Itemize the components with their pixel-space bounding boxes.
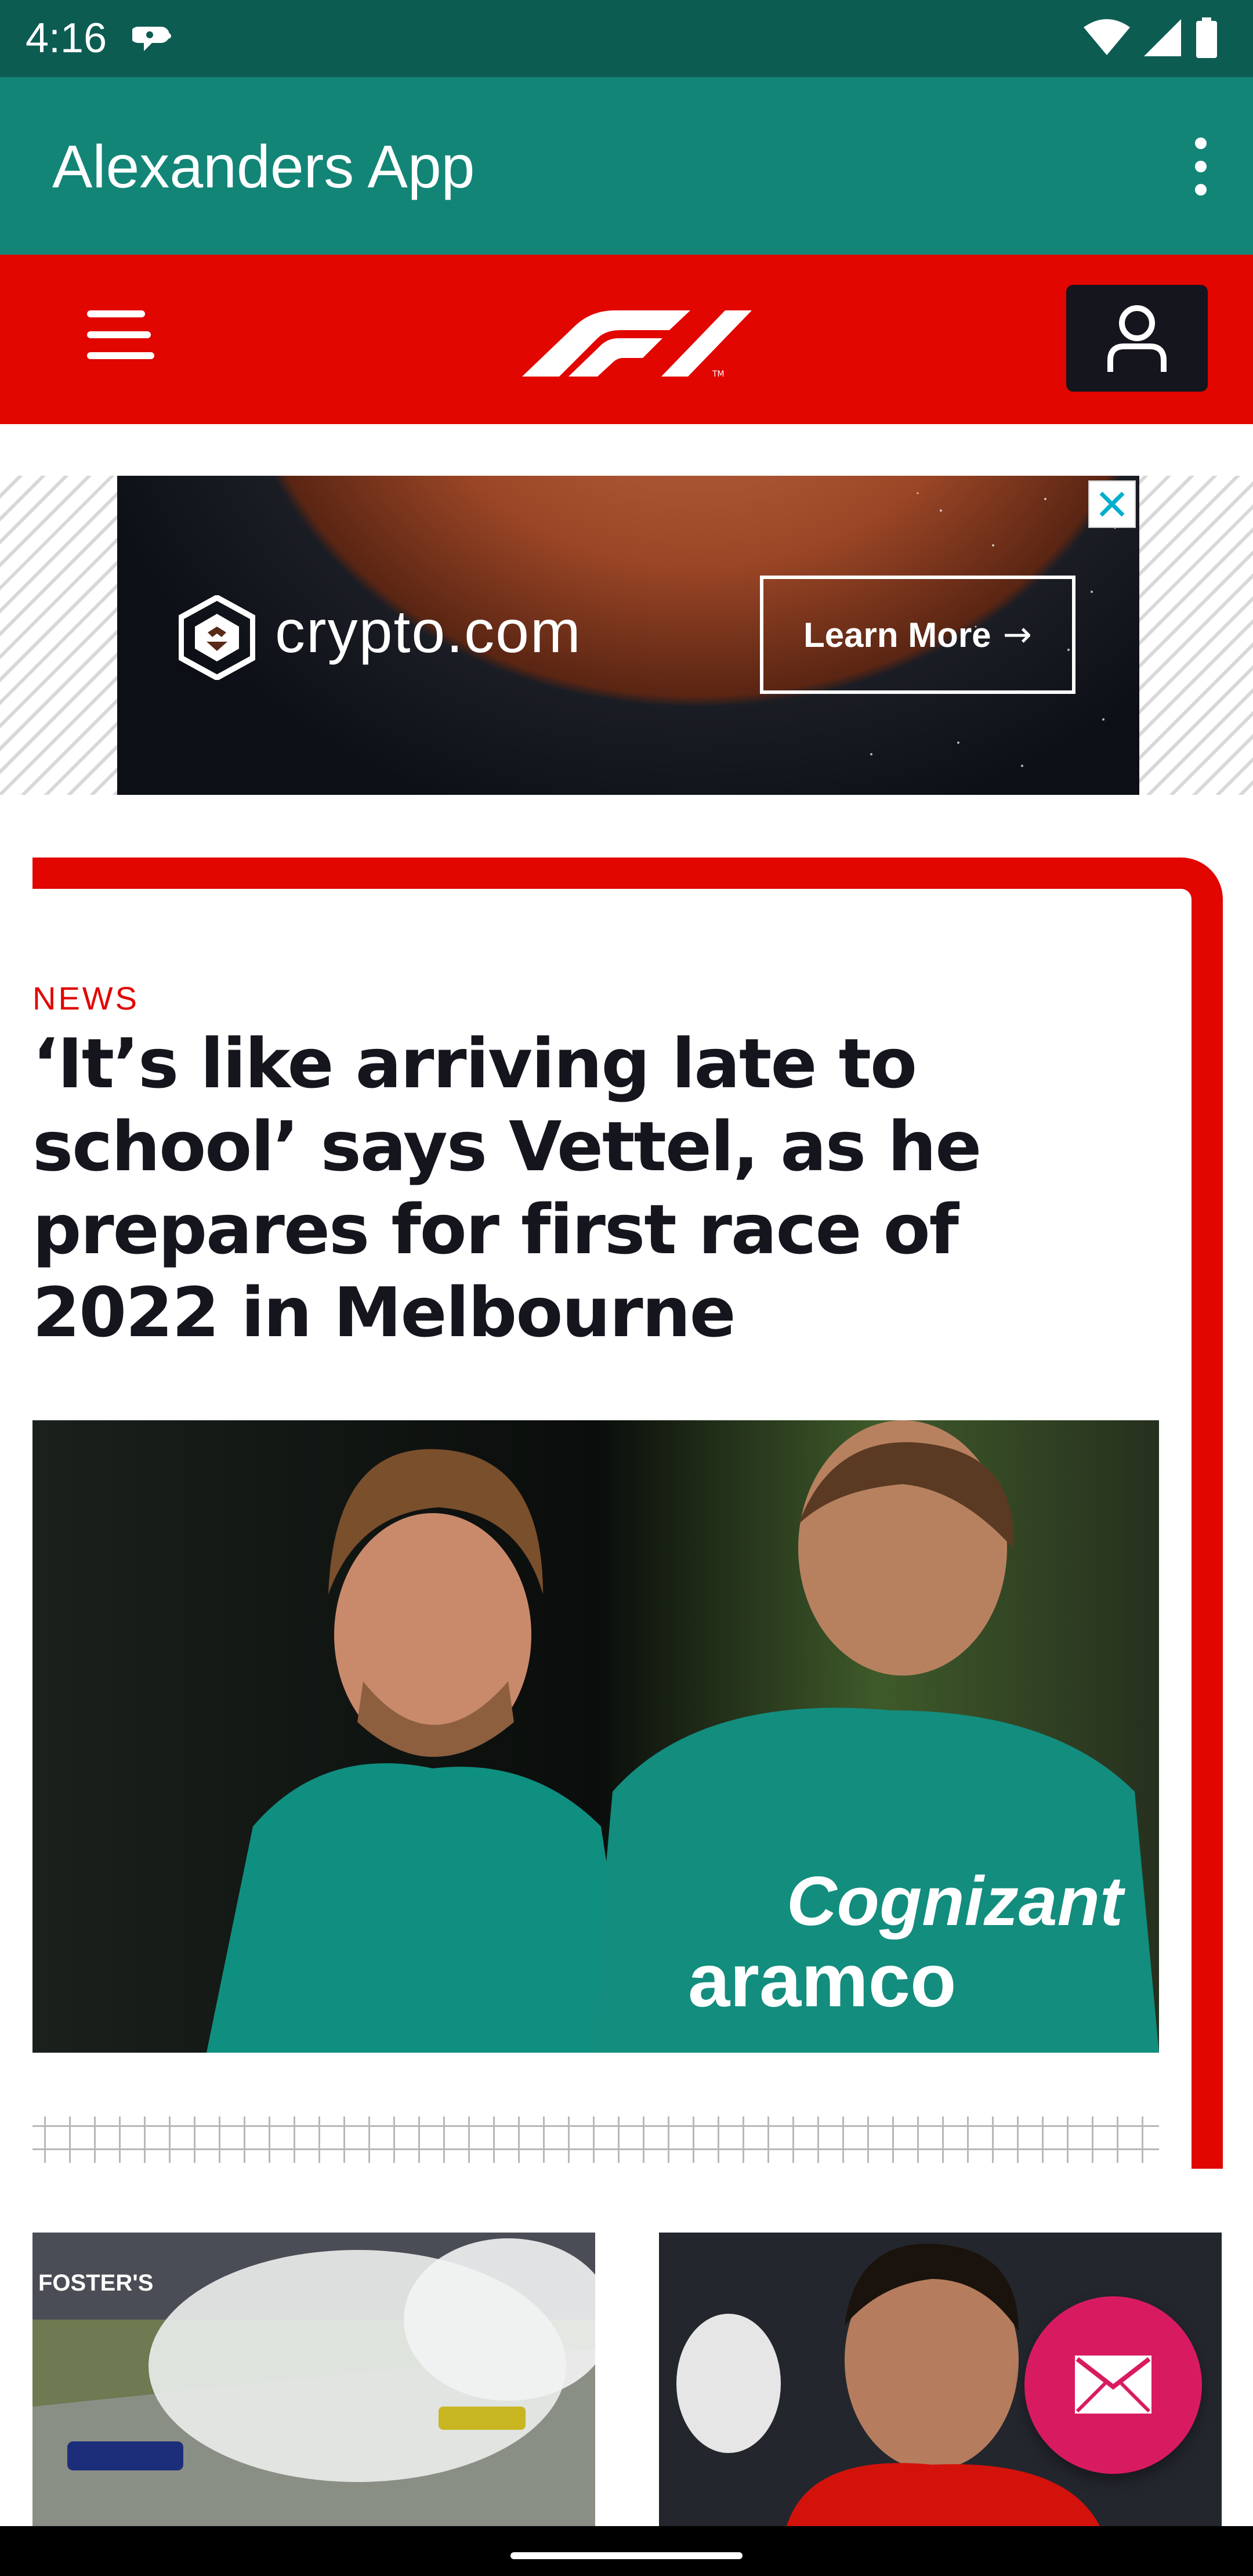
app-bar: Alexanders App	[0, 77, 1253, 255]
status-bar: 4:16	[0, 0, 1253, 77]
ad-banner[interactable]: crypto.com Learn More →	[117, 476, 1139, 795]
learn-more-button[interactable]: Learn More →	[760, 576, 1075, 694]
arrow-right-icon: →	[1002, 614, 1032, 655]
article-headline[interactable]: ‘It’s like arriving late to school’ says…	[32, 1022, 1158, 1354]
mail-icon	[1075, 2356, 1151, 2414]
status-time: 4:16	[26, 15, 107, 61]
race-car-smoke-photo: FOSTER'S	[32, 2233, 595, 2526]
article-category: NEWS	[32, 980, 139, 1016]
article-hero-image[interactable]: Cognizant aramco	[32, 1420, 1159, 2053]
svg-text:TM: TM	[712, 370, 725, 378]
divider-pattern	[32, 2116, 1159, 2163]
f1-logo[interactable]: TM	[499, 308, 756, 378]
home-indicator[interactable]	[510, 2552, 743, 2559]
f1-header: TM	[0, 255, 1253, 424]
account-button[interactable]	[1066, 285, 1208, 392]
signal-icon	[1144, 19, 1181, 56]
related-article-1[interactable]: FOSTER'S	[32, 2233, 595, 2526]
thumb-banner-text: FOSTER'S	[38, 2270, 153, 2296]
battery-icon	[1196, 17, 1217, 58]
status-icons	[1084, 17, 1218, 58]
crypto-logo-icon	[179, 595, 255, 680]
account-icon	[1107, 305, 1167, 372]
sebastian-vettel-photo: Cognizant aramco	[32, 1420, 1159, 2053]
system-nav-bar	[0, 2526, 1253, 2576]
mail-fab[interactable]	[1024, 2296, 1202, 2474]
app-title: Alexanders App	[52, 133, 475, 201]
hamburger-menu-icon[interactable]	[87, 310, 154, 364]
learn-more-label: Learn More	[803, 615, 991, 654]
ad-brand: crypto.com	[275, 598, 582, 665]
wifi-icon	[1084, 19, 1130, 55]
more-vert-icon[interactable]	[1180, 132, 1222, 201]
notification-icon	[132, 27, 171, 51]
jersey-text-aramco: aramco	[688, 1938, 957, 2023]
jersey-text-cognizant: Cognizant	[787, 1862, 1126, 1940]
close-icon[interactable]	[1088, 480, 1136, 528]
